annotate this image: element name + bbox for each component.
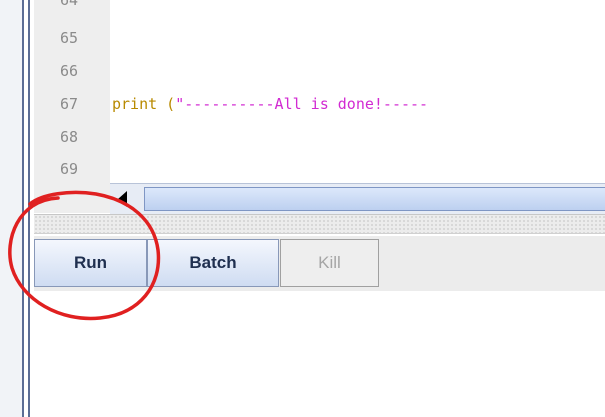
batch-button[interactable]: Batch [147,239,279,287]
frame-border [22,0,24,417]
gutter-corner [34,183,110,213]
frame-border [28,0,30,417]
window-frame [0,0,22,417]
line-number: 67 [60,95,79,113]
code-line[interactable]: print ("----------All is done!----- [112,95,428,113]
button-toolbar: Run Batch Kill [34,236,605,291]
scroll-left-arrow-icon[interactable] [118,191,127,207]
horizontal-scrollbar[interactable] [110,183,605,214]
line-number: 66 [60,62,79,80]
line-number: 68 [60,128,79,146]
run-button[interactable]: Run [34,239,147,287]
kill-button[interactable]: Kill [280,239,379,287]
line-number: 65 [60,29,79,47]
output-panel [34,292,605,417]
scrollbar-thumb[interactable] [144,187,605,211]
split-pane-divider[interactable] [34,214,605,234]
line-number: 64 [60,0,79,9]
code-keyword: print ( [112,95,176,113]
code-string: "----------All is done!----- [175,95,429,113]
code-editor[interactable] [110,0,605,183]
line-number-gutter [34,0,110,183]
line-number: 69 [60,160,79,178]
